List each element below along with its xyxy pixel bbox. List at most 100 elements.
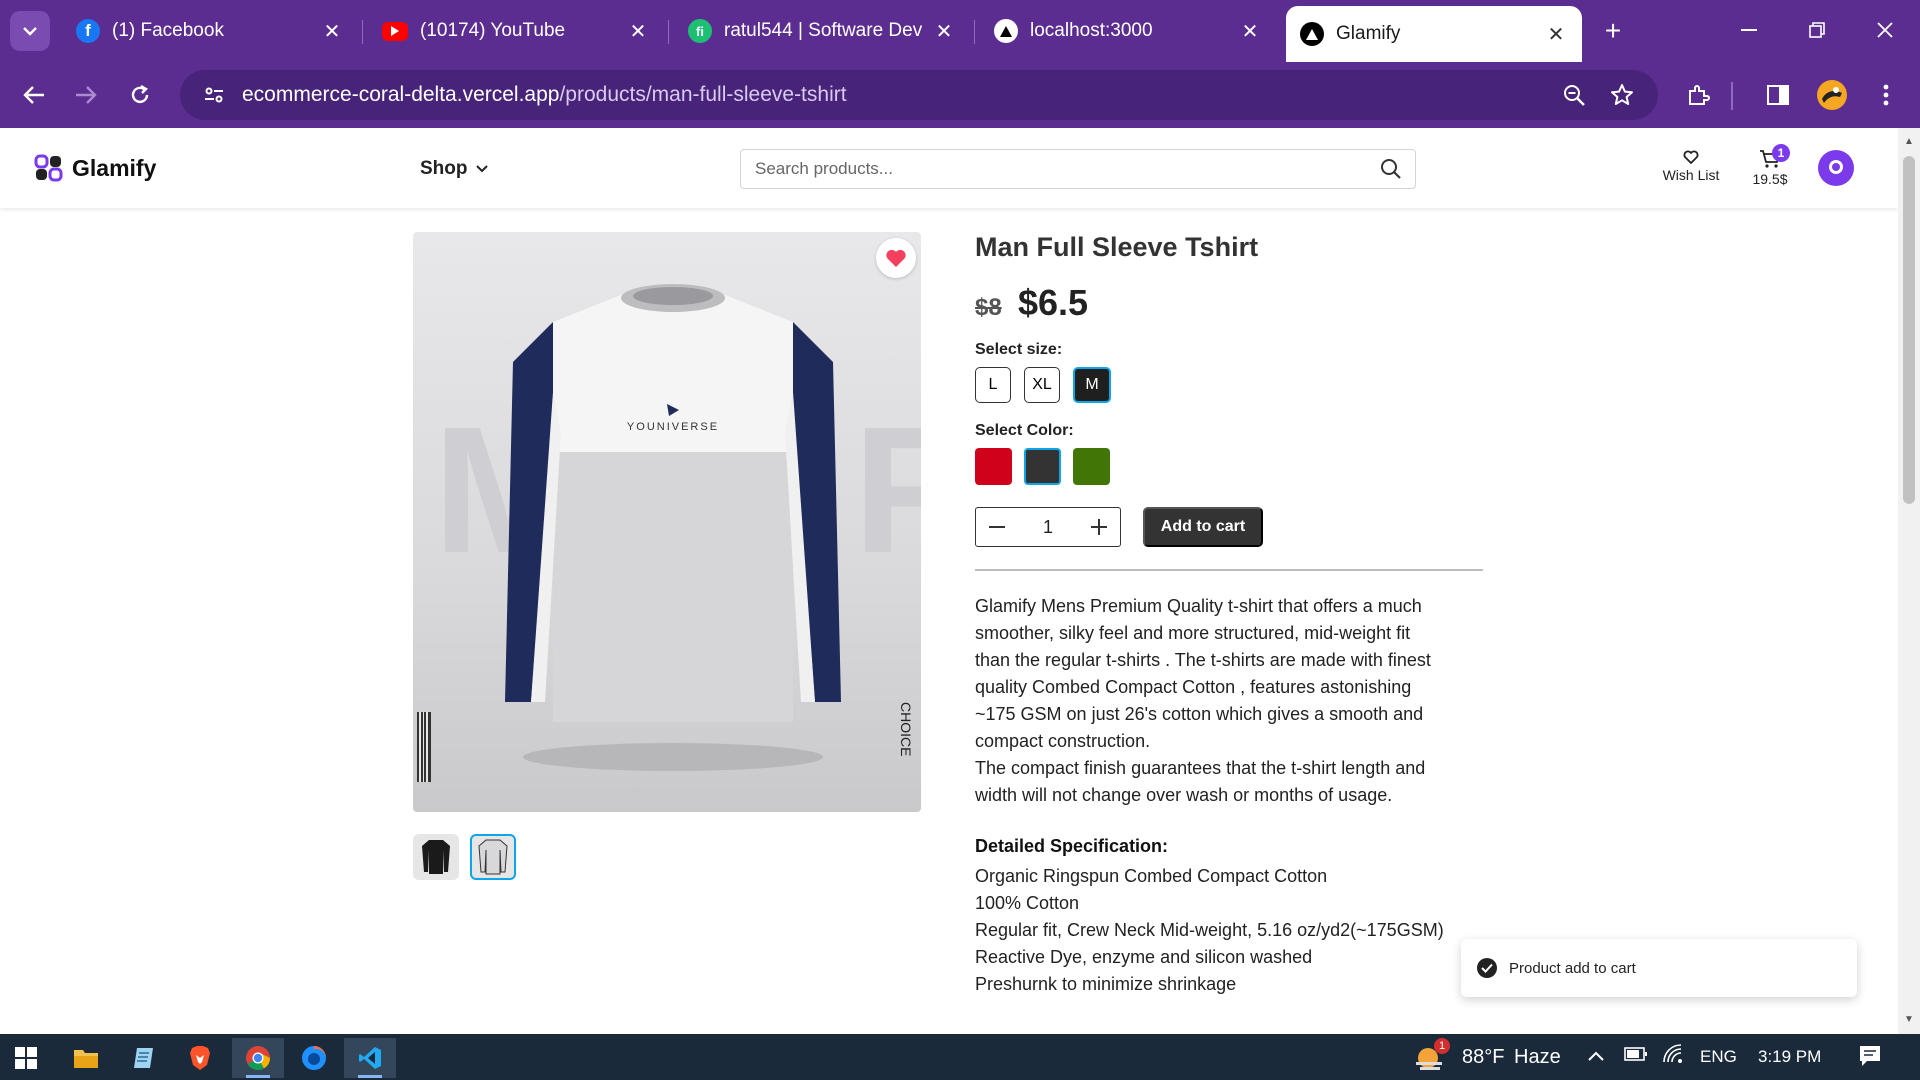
close-icon[interactable]: ✕ [932, 19, 956, 44]
brave-icon [190, 1046, 210, 1070]
windows-logo-icon [15, 1047, 37, 1069]
site-settings-icon[interactable] [196, 77, 232, 113]
cart-total: 19.5$ [1752, 171, 1788, 187]
profile-avatar-icon [1817, 80, 1847, 110]
browser-menu-button[interactable] [1864, 73, 1908, 117]
spec-item: Regular fit, Crew Neck Mid-weight, 5.16 … [975, 920, 1444, 940]
tshirt-thumbnail-icon [422, 840, 450, 874]
color-swatch-red[interactable] [975, 448, 1012, 485]
heart-icon [886, 249, 906, 267]
scrollbar-thumb[interactable] [1903, 156, 1915, 504]
toolbar-separator [1731, 82, 1733, 110]
decrement-button[interactable] [976, 508, 1018, 546]
notification-icon[interactable] [1858, 1044, 1882, 1073]
description-line: smoother, silky feel and more structured… [975, 623, 1411, 643]
notepad-icon [134, 1048, 153, 1068]
size-button-l[interactable]: L [975, 367, 1011, 403]
site-logo[interactable]: Glamify [34, 154, 156, 182]
new-tab-button[interactable]: + [1596, 14, 1630, 48]
tab-separator [974, 20, 975, 44]
extensions-button[interactable] [1676, 73, 1720, 117]
page-scrollbar[interactable]: ▲ ▼ [1898, 128, 1920, 1034]
facebook-icon: f [76, 19, 100, 43]
close-icon[interactable]: ✕ [1238, 19, 1262, 44]
taskbar-vscode[interactable] [344, 1038, 396, 1078]
tab-fiverr[interactable]: fi ratul544 | Software Devel ✕ [674, 8, 970, 54]
address-bar[interactable]: ecommerce-coral-delta.vercel.app/product… [180, 70, 1658, 120]
tab-youtube[interactable]: (10174) YouTube ✕ [368, 8, 664, 54]
quantity-value[interactable]: 1 [1043, 517, 1053, 538]
weather-temp[interactable]: 88°F [1462, 1046, 1504, 1069]
profile-button[interactable] [1810, 73, 1854, 117]
restore-button[interactable] [1792, 8, 1842, 52]
url-text: ecommerce-coral-delta.vercel.app/product… [242, 83, 847, 107]
favorite-button[interactable] [876, 238, 916, 278]
battery-icon[interactable] [1624, 1046, 1648, 1067]
heart-outline-icon [1683, 150, 1699, 164]
divider [975, 569, 1483, 571]
taskbar-brave[interactable] [174, 1038, 226, 1078]
clock[interactable]: 3:19 PM [1758, 1047, 1821, 1067]
color-swatch-green[interactable] [1073, 448, 1110, 485]
increment-button[interactable] [1078, 508, 1120, 546]
user-avatar[interactable] [1818, 150, 1854, 186]
size-button-m[interactable]: M [1073, 367, 1111, 403]
description-line: width will not change over wash or month… [975, 785, 1393, 805]
wishlist-link[interactable]: Wish List [1658, 150, 1724, 183]
product-title: Man Full Sleeve Tshirt [975, 232, 1259, 262]
minimize-button[interactable] [1724, 8, 1774, 52]
taskbar-file-explorer[interactable] [60, 1038, 112, 1078]
start-button[interactable] [0, 1038, 52, 1078]
tab-title: (10174) YouTube [420, 20, 566, 41]
side-panel-icon [1767, 85, 1789, 105]
thumbnail-white[interactable] [470, 834, 516, 880]
cart-link[interactable]: 1 19.5$ [1742, 144, 1798, 187]
language-indicator[interactable]: ENG [1700, 1047, 1737, 1067]
weather-desc[interactable]: Haze [1514, 1046, 1561, 1069]
scroll-down-arrow-icon[interactable]: ▼ [1903, 1014, 1915, 1026]
search-icon[interactable] [1373, 151, 1409, 187]
close-icon[interactable]: ✕ [626, 19, 650, 44]
add-to-cart-button[interactable]: Add to cart [1143, 507, 1263, 547]
image-side-text: CHOICE [898, 702, 914, 756]
tab-localhost[interactable]: localhost:3000 ✕ [980, 8, 1276, 54]
minimize-icon [1741, 29, 1757, 31]
close-window-button[interactable] [1860, 8, 1910, 52]
side-panel-button[interactable] [1756, 73, 1800, 117]
description-line: quality Combed Compact Cotton , features… [975, 677, 1412, 697]
forward-button[interactable] [64, 73, 108, 117]
image-brand-text: YOUNIVERSE [627, 421, 719, 433]
taskbar-firefox[interactable] [288, 1038, 340, 1078]
close-icon[interactable]: ✕ [320, 19, 344, 44]
close-icon[interactable]: ✕ [1544, 22, 1568, 47]
tab-facebook[interactable]: f (1) Facebook ✕ [62, 8, 358, 54]
tab-title: ratul544 | Software Devel [724, 20, 922, 41]
tray-chevron-up-icon[interactable] [1588, 1048, 1604, 1066]
reload-button[interactable] [118, 73, 162, 117]
description-line: The compact finish guarantees that the t… [975, 758, 1426, 778]
taskbar-chrome[interactable] [232, 1038, 284, 1078]
bookmark-star-icon[interactable] [1604, 77, 1640, 113]
wifi-icon[interactable] [1662, 1044, 1684, 1069]
search-input[interactable] [741, 150, 1373, 188]
puzzle-icon [1689, 85, 1710, 105]
size-button-xl[interactable]: XL [1024, 367, 1060, 403]
tab-search-button[interactable] [10, 11, 50, 51]
tab-title: (1) Facebook [112, 20, 224, 41]
svg-text:F: F [853, 390, 921, 591]
shop-menu[interactable]: Shop [420, 158, 488, 180]
glamify-logo-icon [34, 154, 63, 182]
color-swatch-dark[interactable] [1024, 448, 1061, 485]
close-icon [1877, 22, 1893, 38]
chevron-down-icon [23, 27, 37, 36]
back-button[interactable] [12, 73, 56, 117]
zoom-icon[interactable] [1556, 77, 1592, 113]
wishlist-label: Wish List [1662, 167, 1720, 183]
youtube-icon [382, 21, 408, 41]
windows-taskbar: 1 88°F Haze ENG 3:19 PM [0, 1034, 1920, 1080]
tab-glamify[interactable]: Glamify ✕ [1286, 6, 1582, 62]
weather-widget-icon[interactable]: 1 [1412, 1038, 1450, 1074]
scroll-up-arrow-icon[interactable]: ▲ [1903, 136, 1915, 148]
thumbnail-black[interactable] [413, 834, 459, 880]
taskbar-notepad[interactable] [118, 1038, 170, 1078]
